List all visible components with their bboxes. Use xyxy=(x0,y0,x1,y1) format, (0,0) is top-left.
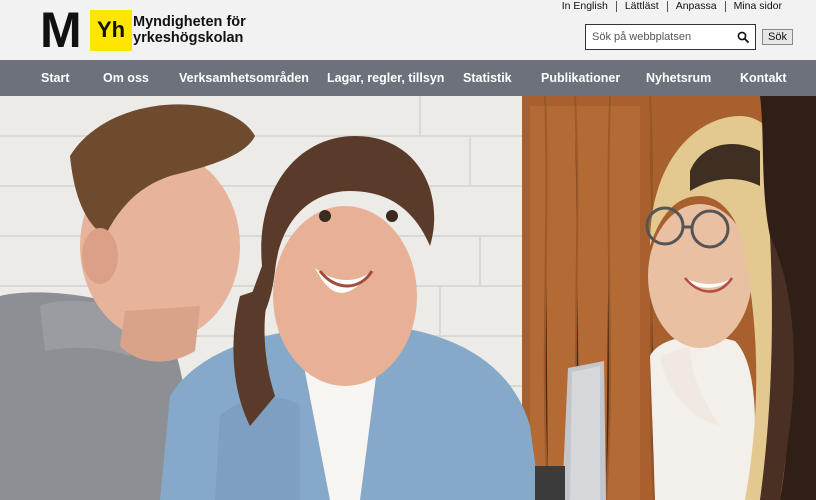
hero-image xyxy=(0,96,816,500)
nav-item-start[interactable]: Start xyxy=(41,60,69,96)
hero-photo-students xyxy=(0,96,816,500)
nav-item-lagar-regler-tillsyn[interactable]: Lagar, regler, tillsyn xyxy=(327,60,444,96)
nav-item-statistik[interactable]: Statistik xyxy=(463,60,512,96)
nav-item-publikationer[interactable]: Publikationer xyxy=(541,60,620,96)
logo-name-line2: yrkeshögskolan xyxy=(133,30,244,46)
logo-yh-badge: Yh xyxy=(90,9,132,51)
logo-letter-m: M xyxy=(40,2,82,58)
link-lattlast[interactable]: Lättläst xyxy=(615,1,667,12)
search-input[interactable] xyxy=(586,25,731,49)
search-box xyxy=(585,24,756,50)
search-icon[interactable] xyxy=(737,31,749,43)
site-logo[interactable]: M Yh Myndigheten för yrkeshögskolan xyxy=(40,2,246,58)
utility-links: In English Lättläst Anpassa Mina sidor xyxy=(554,1,790,12)
logo-name-line1: Myndigheten för xyxy=(133,14,246,30)
main-nav: Start Om oss Verksamhetsområden Lagar, r… xyxy=(0,60,816,96)
link-mina-sidor[interactable]: Mina sidor xyxy=(724,1,790,12)
site-header: M Yh Myndigheten för yrkeshögskolan In E… xyxy=(0,0,816,60)
link-in-english[interactable]: In English xyxy=(554,1,616,12)
search-button[interactable]: Sök xyxy=(762,29,793,45)
nav-item-verksamhetsomraden[interactable]: Verksamhetsområden xyxy=(179,60,309,96)
link-anpassa[interactable]: Anpassa xyxy=(666,1,725,12)
nav-item-om-oss[interactable]: Om oss xyxy=(103,60,149,96)
nav-item-nyhetsrum[interactable]: Nyhetsrum xyxy=(646,60,711,96)
logo-text: Myndigheten för yrkeshögskolan xyxy=(133,14,246,46)
nav-item-kontakt[interactable]: Kontakt xyxy=(740,60,787,96)
